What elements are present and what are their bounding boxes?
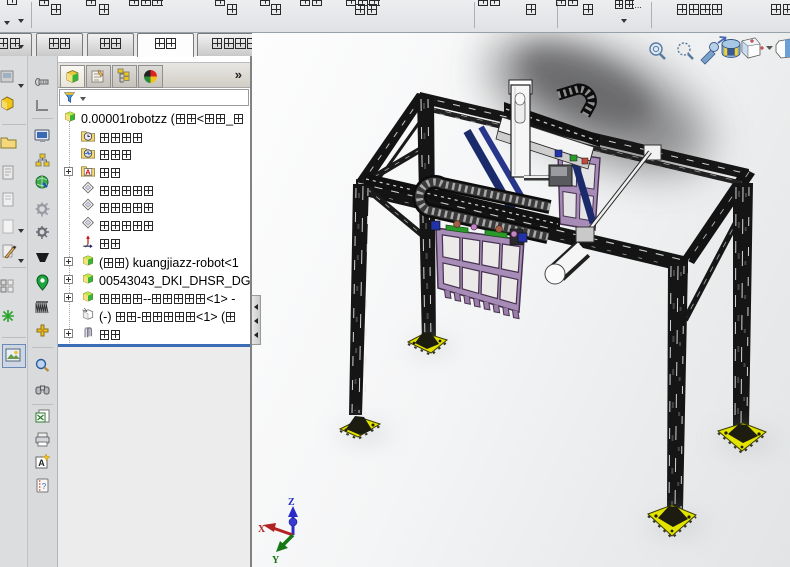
svg-text:A: A <box>38 458 45 468</box>
svg-text:X: X <box>258 524 266 535</box>
svg-text:A: A <box>85 168 91 177</box>
svg-text:Z: Z <box>288 497 295 508</box>
svg-text:?: ? <box>42 482 47 491</box>
svg-text:Y: Y <box>272 555 280 566</box>
